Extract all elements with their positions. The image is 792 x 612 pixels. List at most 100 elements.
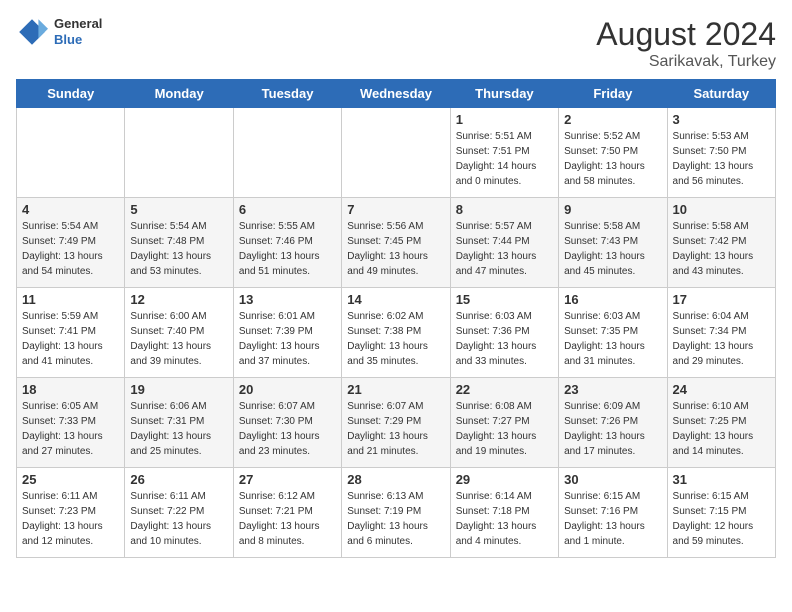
- day-number: 27: [239, 472, 336, 487]
- logo-blue-text: Blue: [54, 32, 102, 48]
- day-number: 14: [347, 292, 444, 307]
- day-info: Sunrise: 6:05 AMSunset: 7:33 PMDaylight:…: [22, 399, 119, 459]
- day-number: 10: [673, 202, 770, 217]
- day-info: Sunrise: 6:08 AMSunset: 7:27 PMDaylight:…: [456, 399, 553, 459]
- calendar-cell: 19 Sunrise: 6:06 AMSunset: 7:31 PMDayligh…: [125, 378, 233, 468]
- calendar-cell: 6 Sunrise: 5:55 AMSunset: 7:46 PMDaylight…: [233, 198, 341, 288]
- calendar-cell: 20 Sunrise: 6:07 AMSunset: 7:30 PMDayligh…: [233, 378, 341, 468]
- day-number: 26: [130, 472, 227, 487]
- day-info: Sunrise: 6:07 AMSunset: 7:30 PMDaylight:…: [239, 399, 336, 459]
- day-number: 20: [239, 382, 336, 397]
- weekday-header-thursday: Thursday: [450, 80, 558, 108]
- calendar-cell: [17, 108, 125, 198]
- calendar-cell: 5 Sunrise: 5:54 AMSunset: 7:48 PMDaylight…: [125, 198, 233, 288]
- day-info: Sunrise: 6:04 AMSunset: 7:34 PMDaylight:…: [673, 309, 770, 369]
- calendar-cell: [342, 108, 450, 198]
- calendar-subtitle: Sarikavak, Turkey: [596, 53, 776, 71]
- day-number: 24: [673, 382, 770, 397]
- weekday-header-friday: Friday: [559, 80, 667, 108]
- weekday-header-saturday: Saturday: [667, 80, 775, 108]
- day-info: Sunrise: 6:15 AMSunset: 7:15 PMDaylight:…: [673, 489, 770, 549]
- day-number: 3: [673, 112, 770, 127]
- day-number: 31: [673, 472, 770, 487]
- weekday-header-tuesday: Tuesday: [233, 80, 341, 108]
- calendar-cell: 16 Sunrise: 6:03 AMSunset: 7:35 PMDayligh…: [559, 288, 667, 378]
- day-info: Sunrise: 6:15 AMSunset: 7:16 PMDaylight:…: [564, 489, 661, 549]
- day-number: 12: [130, 292, 227, 307]
- calendar-cell: 8 Sunrise: 5:57 AMSunset: 7:44 PMDaylight…: [450, 198, 558, 288]
- calendar-cell: 2Sunrise: 5:52 AMSunset: 7:50 PMDaylight…: [559, 108, 667, 198]
- page-header: General Blue August 2024 Sarikavak, Turk…: [16, 16, 776, 71]
- day-number: 29: [456, 472, 553, 487]
- day-number: 25: [22, 472, 119, 487]
- day-number: 6: [239, 202, 336, 217]
- day-info: Sunrise: 5:53 AMSunset: 7:50 PMDaylight:…: [673, 129, 770, 189]
- calendar-cell: 30Sunrise: 6:15 AMSunset: 7:16 PMDayligh…: [559, 468, 667, 558]
- weekday-header-sunday: Sunday: [17, 80, 125, 108]
- day-info: Sunrise: 6:00 AMSunset: 7:40 PMDaylight:…: [130, 309, 227, 369]
- day-number: 18: [22, 382, 119, 397]
- day-number: 16: [564, 292, 661, 307]
- calendar-week-1: 1 Sunrise: 5:51 AMSunset: 7:51 PMDaylight…: [17, 108, 776, 198]
- day-info: Sunrise: 6:12 AMSunset: 7:21 PMDaylight:…: [239, 489, 336, 549]
- calendar-cell: 12 Sunrise: 6:00 AMSunset: 7:40 PMDayligh…: [125, 288, 233, 378]
- calendar-cell: 17 Sunrise: 6:04 AMSunset: 7:34 PMDayligh…: [667, 288, 775, 378]
- day-info: Sunrise: 5:59 AMSunset: 7:41 PMDaylight:…: [22, 309, 119, 369]
- day-info: Sunrise: 5:51 AMSunset: 7:51 PMDaylight:…: [456, 129, 553, 189]
- calendar-week-4: 18 Sunrise: 6:05 AMSunset: 7:33 PMDayligh…: [17, 378, 776, 468]
- calendar-week-3: 11 Sunrise: 5:59 AMSunset: 7:41 PMDayligh…: [17, 288, 776, 378]
- calendar-cell: 1 Sunrise: 5:51 AMSunset: 7:51 PMDaylight…: [450, 108, 558, 198]
- logo: General Blue: [16, 16, 102, 48]
- calendar-cell: 10 Sunrise: 5:58 AMSunset: 7:42 PMDayligh…: [667, 198, 775, 288]
- day-info: Sunrise: 6:07 AMSunset: 7:29 PMDaylight:…: [347, 399, 444, 459]
- day-number: 23: [564, 382, 661, 397]
- day-number: 11: [22, 292, 119, 307]
- day-info: Sunrise: 5:58 AMSunset: 7:42 PMDaylight:…: [673, 219, 770, 279]
- calendar-cell: 7Sunrise: 5:56 AMSunset: 7:45 PMDaylight…: [342, 198, 450, 288]
- day-info: Sunrise: 5:54 AMSunset: 7:48 PMDaylight:…: [130, 219, 227, 279]
- calendar-week-5: 25Sunrise: 6:11 AMSunset: 7:23 PMDayligh…: [17, 468, 776, 558]
- day-info: Sunrise: 6:09 AMSunset: 7:26 PMDaylight:…: [564, 399, 661, 459]
- logo-text: General Blue: [54, 16, 102, 47]
- calendar-cell: 26 Sunrise: 6:11 AMSunset: 7:22 PMDayligh…: [125, 468, 233, 558]
- day-info: Sunrise: 6:11 AMSunset: 7:22 PMDaylight:…: [130, 489, 227, 549]
- day-number: 1: [456, 112, 553, 127]
- calendar-cell: [233, 108, 341, 198]
- day-info: Sunrise: 6:03 AMSunset: 7:36 PMDaylight:…: [456, 309, 553, 369]
- calendar-cell: 18 Sunrise: 6:05 AMSunset: 7:33 PMDayligh…: [17, 378, 125, 468]
- day-number: 17: [673, 292, 770, 307]
- day-info: Sunrise: 6:03 AMSunset: 7:35 PMDaylight:…: [564, 309, 661, 369]
- calendar-cell: 3 Sunrise: 5:53 AMSunset: 7:50 PMDaylight…: [667, 108, 775, 198]
- day-info: Sunrise: 5:57 AMSunset: 7:44 PMDaylight:…: [456, 219, 553, 279]
- calendar-cell: 14 Sunrise: 6:02 AMSunset: 7:38 PMDayligh…: [342, 288, 450, 378]
- weekday-row: SundayMondayTuesdayWednesdayThursdayFrid…: [17, 80, 776, 108]
- day-info: Sunrise: 5:54 AMSunset: 7:49 PMDaylight:…: [22, 219, 119, 279]
- day-number: 28: [347, 472, 444, 487]
- day-info: Sunrise: 5:55 AMSunset: 7:46 PMDaylight:…: [239, 219, 336, 279]
- day-info: Sunrise: 6:13 AMSunset: 7:19 PMDaylight:…: [347, 489, 444, 549]
- calendar-week-2: 4 Sunrise: 5:54 AMSunset: 7:49 PMDaylight…: [17, 198, 776, 288]
- calendar-cell: 4 Sunrise: 5:54 AMSunset: 7:49 PMDaylight…: [17, 198, 125, 288]
- weekday-header-wednesday: Wednesday: [342, 80, 450, 108]
- title-block: August 2024 Sarikavak, Turkey: [596, 16, 776, 71]
- day-number: 5: [130, 202, 227, 217]
- day-info: Sunrise: 6:06 AMSunset: 7:31 PMDaylight:…: [130, 399, 227, 459]
- calendar-cell: 22Sunrise: 6:08 AMSunset: 7:27 PMDayligh…: [450, 378, 558, 468]
- calendar-cell: 21 Sunrise: 6:07 AMSunset: 7:29 PMDayligh…: [342, 378, 450, 468]
- day-number: 8: [456, 202, 553, 217]
- day-info: Sunrise: 6:02 AMSunset: 7:38 PMDaylight:…: [347, 309, 444, 369]
- day-info: Sunrise: 5:52 AMSunset: 7:50 PMDaylight:…: [564, 129, 661, 189]
- day-number: 4: [22, 202, 119, 217]
- day-number: 7: [347, 202, 444, 217]
- calendar-body: 1 Sunrise: 5:51 AMSunset: 7:51 PMDaylight…: [17, 108, 776, 558]
- day-number: 19: [130, 382, 227, 397]
- logo-icon: [16, 16, 48, 48]
- calendar-cell: 23 Sunrise: 6:09 AMSunset: 7:26 PMDayligh…: [559, 378, 667, 468]
- calendar-header: SundayMondayTuesdayWednesdayThursdayFrid…: [17, 80, 776, 108]
- calendar-table: SundayMondayTuesdayWednesdayThursdayFrid…: [16, 79, 776, 558]
- calendar-cell: 9Sunrise: 5:58 AMSunset: 7:43 PMDaylight…: [559, 198, 667, 288]
- calendar-cell: 25Sunrise: 6:11 AMSunset: 7:23 PMDayligh…: [17, 468, 125, 558]
- day-number: 21: [347, 382, 444, 397]
- calendar-cell: [125, 108, 233, 198]
- calendar-cell: 13Sunrise: 6:01 AMSunset: 7:39 PMDayligh…: [233, 288, 341, 378]
